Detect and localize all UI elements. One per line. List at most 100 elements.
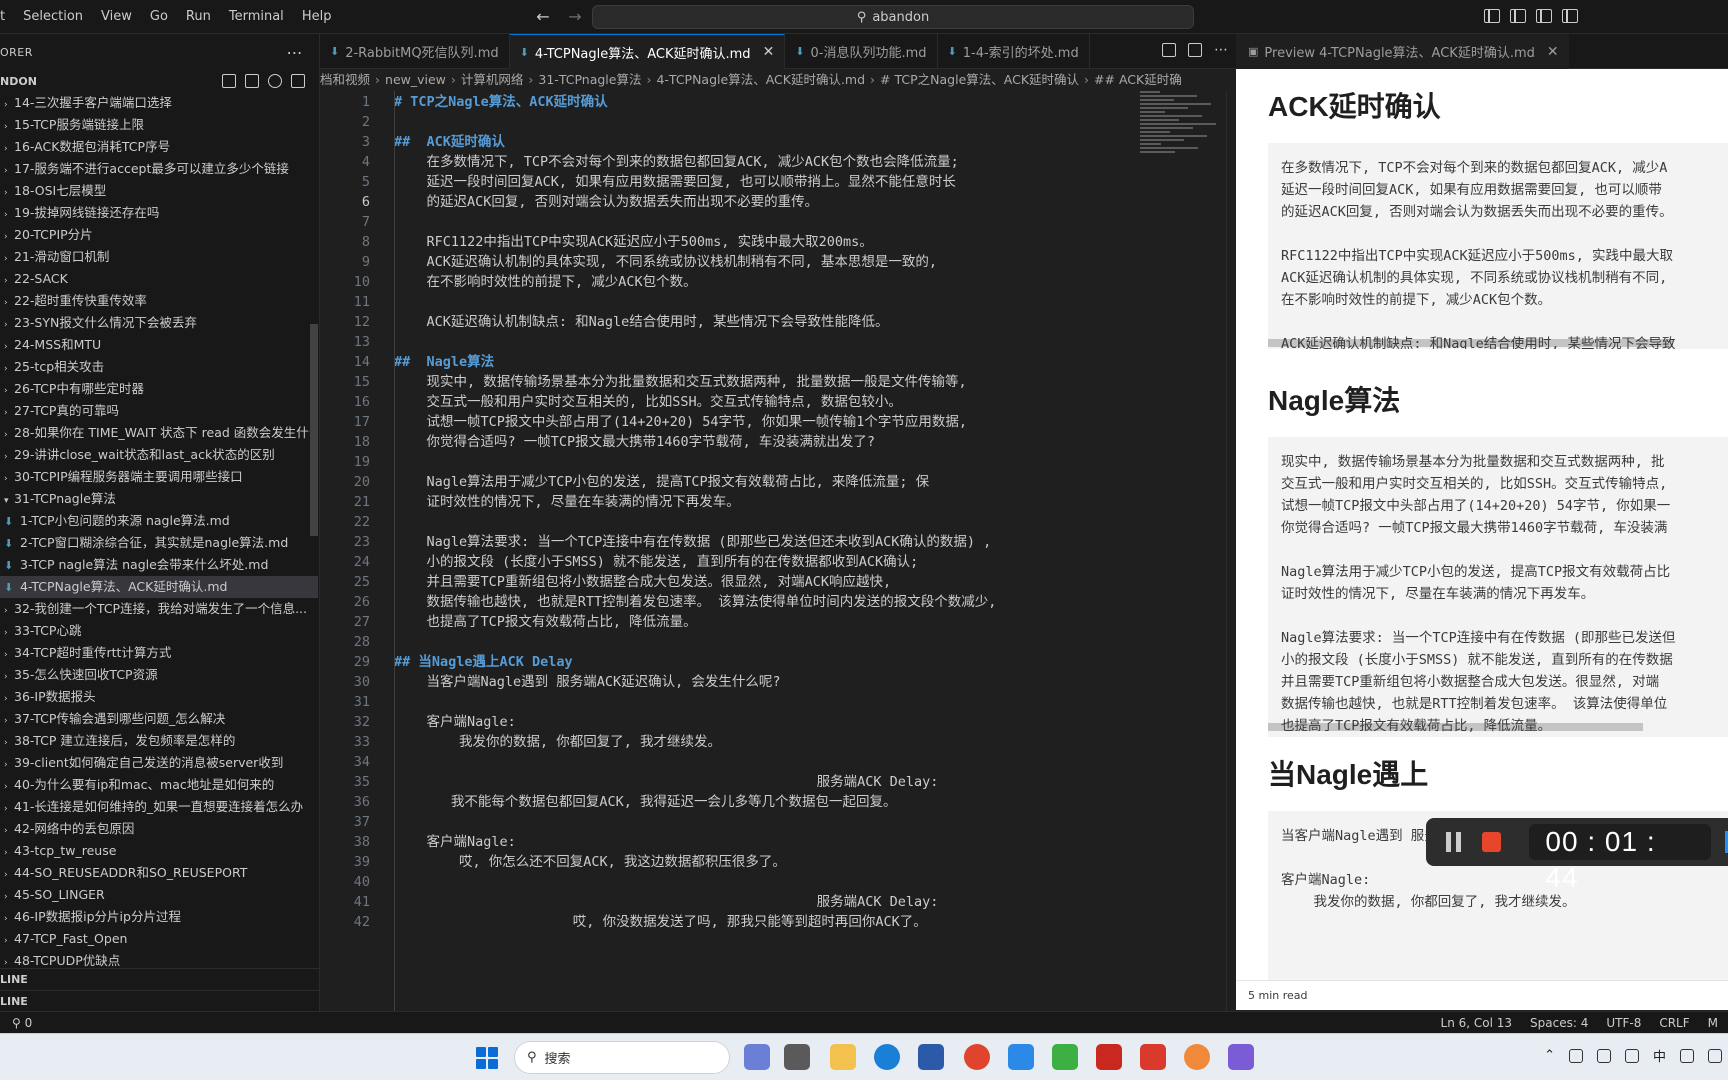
toggle-panel-icon[interactable] (1510, 9, 1526, 23)
toggle-sidebar-icon[interactable] (1484, 9, 1500, 23)
folder-item[interactable]: › 37-TCP传输会遇到哪些问题_怎么解决 (0, 708, 318, 730)
sidebar-scrollbar[interactable] (310, 324, 318, 536)
folder-item[interactable]: › 19-拔掉网线链接还存在吗 (0, 202, 318, 224)
folder-item[interactable]: › 24-MSS和MTU (0, 334, 318, 356)
split-editor-icon[interactable] (1188, 43, 1202, 57)
folder-item[interactable]: › 41-长连接是如何维持的_如果一直想要连接着怎么办 (0, 796, 318, 818)
timeline-section[interactable]: LINE (0, 990, 319, 1012)
folder-item[interactable]: › 25-tcp相关攻击 (0, 356, 318, 378)
language-mode[interactable]: M (1708, 1012, 1718, 1034)
menu-help[interactable]: Help (293, 0, 341, 34)
vscode-icon[interactable] (1008, 1044, 1034, 1070)
close-icon[interactable]: ✕ (763, 44, 775, 60)
forward-arrow-icon[interactable]: → (564, 6, 586, 28)
menu-file[interactable]: t (0, 0, 14, 34)
breadcrumb-item[interactable]: 4-TCPNagle算法、ACK延时确认.md (656, 72, 865, 87)
breadcrumb-item[interactable]: 31-TCPnagle算法 (538, 72, 641, 87)
file-item[interactable]: ⬇ 4-TCPNagle算法、ACK延时确认.md (0, 576, 318, 598)
folder-item[interactable]: › 46-IP数据报ip分片ip分片过程 (0, 906, 318, 928)
menu-go[interactable]: Go (141, 0, 177, 34)
refresh-icon[interactable] (268, 74, 282, 88)
tab-message-queue[interactable]: ⬇ 0-消息队列功能.md (785, 34, 938, 69)
more-actions-icon[interactable]: ⋯ (1214, 43, 1228, 57)
customize-layout-icon[interactable] (1562, 9, 1578, 23)
wps-icon[interactable] (1140, 1044, 1166, 1070)
tab-tcp-nagle[interactable]: ⬇ 4-TCPNagle算法、ACK延时确认.md ✕ (509, 34, 786, 69)
encoding[interactable]: UTF-8 (1606, 1012, 1641, 1034)
folder-item[interactable]: › 22-超时重传快重传效率 (0, 290, 318, 312)
minimap[interactable] (1140, 91, 1228, 161)
task-view-icon[interactable] (784, 1044, 810, 1070)
more-actions-icon[interactable]: ⋯ (287, 43, 304, 62)
file-item[interactable]: ⬇ 1-TCP小包问题的来源 nagle算法.md (0, 510, 318, 532)
ports-status[interactable]: ⚲ 0 (12, 1012, 32, 1034)
folder-item[interactable]: › 30-TCPIP编程服务器端主要调用哪些接口 (0, 466, 318, 488)
chevron-up-icon[interactable]: ⌃ (1544, 1048, 1555, 1063)
breadcrumb-item[interactable]: # TCP之Nagle算法、ACK延时确认 (880, 72, 1079, 87)
cursor-position[interactable]: Ln 6, Col 13 (1441, 1012, 1513, 1034)
line-ending[interactable]: CRLF (1659, 1012, 1689, 1034)
microphone-icon[interactable] (1596, 1048, 1611, 1063)
taskbar-search[interactable]: ⚲ 搜索 (514, 1041, 730, 1074)
back-arrow-icon[interactable]: ← (532, 6, 554, 28)
start-icon[interactable] (476, 1047, 498, 1069)
toggle-secondary-sidebar-icon[interactable] (1536, 9, 1552, 23)
code-editor[interactable]: 1 # TCP之Nagle算法、ACK延时确认 2 3 ## ACK延时确认 4 在多数情… (320, 91, 1226, 1011)
breadcrumb-item[interactable]: 档和视频 (320, 72, 370, 87)
folder-item[interactable]: › 16-ACK数据包消耗TCP序号 (0, 136, 318, 158)
tab-index[interactable]: ⬇ 1-4-索引的坏处.md (938, 34, 1090, 69)
folder-item[interactable]: › 14-三次握手客户端端口选择 (0, 92, 318, 114)
folder-item[interactable]: › 40-为什么要有ip和mac、mac地址是如何来的 (0, 774, 318, 796)
tab-rabbitmq[interactable]: ⬇ 2-RabbitMQ死信队列.md (320, 34, 510, 69)
wechat-icon[interactable] (1052, 1044, 1078, 1070)
menu-view[interactable]: View (92, 0, 141, 34)
folder-item[interactable]: › 33-TCP心跳 (0, 620, 318, 642)
folder-item[interactable]: › 26-TCP中有哪些定时器 (0, 378, 318, 400)
folder-item[interactable]: › 36-IP数据报头 (0, 686, 318, 708)
folder-item[interactable]: › 39-client如何确定自己发送的消息被server收到 (0, 752, 318, 774)
edge-icon[interactable] (874, 1044, 900, 1070)
volume-icon[interactable] (1708, 1048, 1722, 1063)
command-center-search[interactable]: ⚲ abandon (592, 5, 1194, 29)
folder-item[interactable]: › 18-OSI七层模型 (0, 180, 318, 202)
ime-indicator[interactable]: 中 (1653, 1046, 1666, 1065)
new-file-icon[interactable] (222, 74, 236, 88)
folder-item[interactable]: › 38-TCP 建立连接后，发包频率是怎样的 (0, 730, 318, 752)
folder-item[interactable]: › 29-讲讲close_wait状态和last_ack状态的区别 (0, 444, 318, 466)
file-item[interactable]: ⬇ 3-TCP nagle算法 nagle会带来什么坏处.md (0, 554, 318, 576)
folder-item[interactable]: › 45-SO_LINGER (0, 884, 318, 906)
folder-item[interactable]: › 28-如果你在 TIME_WAIT 状态下 read 函数会发生什么 (0, 422, 318, 444)
menu-terminal[interactable]: Terminal (220, 0, 293, 34)
folder-item[interactable]: › 15-TCP服务端链接上限 (0, 114, 318, 136)
folder-item[interactable]: › 35-怎么快速回收TCP资源 (0, 664, 318, 686)
pen-icon[interactable] (1624, 1048, 1639, 1063)
menu-selection[interactable]: Selection (14, 0, 92, 34)
folder-item[interactable]: › 21-滑动窗口机制 (0, 246, 318, 268)
folder-item[interactable]: › 23-SYN报文什么情况下会被丢弃 (0, 312, 318, 334)
new-folder-icon[interactable] (245, 74, 259, 88)
file-explorer-icon[interactable] (830, 1044, 856, 1070)
indentation[interactable]: Spaces: 4 (1530, 1012, 1588, 1034)
folder-item[interactable]: › 27-TCP真的可靠吗 (0, 400, 318, 422)
folder-item[interactable]: › 43-tcp_tw_reuse (0, 840, 318, 862)
file-item[interactable]: ⬇ 2-TCP窗口糊涂综合征，其实就是nagle算法.md (0, 532, 318, 554)
copilot-icon[interactable] (744, 1044, 770, 1070)
folder-item[interactable]: › 20-TCPIP分片 (0, 224, 318, 246)
breadcrumb-item[interactable]: 计算机网络 (461, 72, 524, 87)
app-icon[interactable] (1184, 1044, 1210, 1070)
folder-item[interactable]: › 42-网络中的丢包原因 (0, 818, 318, 840)
workspace-folder-header[interactable]: NDON (0, 70, 319, 92)
folder-item[interactable]: › 22-SACK (0, 268, 318, 290)
visual-studio-icon[interactable] (1228, 1044, 1254, 1070)
store-icon[interactable] (918, 1044, 944, 1070)
wifi-icon[interactable] (1680, 1048, 1694, 1063)
recorder-icon[interactable] (1096, 1044, 1122, 1070)
breadcrumb-item[interactable]: new_view (385, 72, 446, 87)
folder-item[interactable]: › 32-我创建一个TCP连接，我给对端发生了一个信息... (0, 598, 318, 620)
close-icon[interactable]: ✕ (1547, 44, 1559, 60)
stop-icon[interactable] (1481, 832, 1502, 852)
onedrive-icon[interactable] (1568, 1048, 1583, 1063)
chrome-icon[interactable] (964, 1044, 990, 1070)
open-preview-icon[interactable] (1162, 43, 1176, 57)
collapse-all-icon[interactable] (291, 74, 305, 88)
